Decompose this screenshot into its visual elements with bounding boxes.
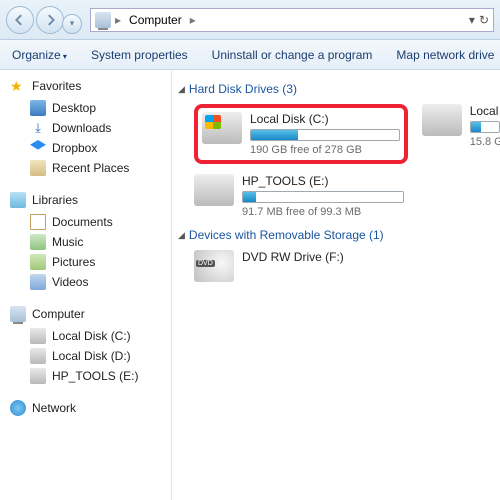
sidebar-item-videos[interactable]: Videos <box>10 272 171 292</box>
usage-bar <box>470 121 500 133</box>
drive-name: Local Disk (D:) <box>470 104 500 118</box>
documents-icon <box>30 214 46 230</box>
favorites-label: Favorites <box>32 79 81 93</box>
drive-name: HP_TOOLS (E:) <box>242 174 404 188</box>
usage-bar <box>242 191 404 203</box>
sidebar-item-recent-places[interactable]: Recent Places <box>10 158 171 178</box>
star-icon: ★ <box>10 78 26 94</box>
navigation-pane: ★ Favorites Desktop ⤓Downloads Dropbox R… <box>0 70 172 500</box>
drive-free-text: 15.8 GB free <box>470 136 500 148</box>
desktop-icon <box>30 100 46 116</box>
network-label: Network <box>32 401 76 415</box>
sidebar-libraries-header[interactable]: Libraries <box>10 192 171 208</box>
usage-fill <box>471 122 481 132</box>
libraries-label: Libraries <box>32 193 78 207</box>
breadcrumb-separator-icon[interactable]: ▸ <box>190 13 196 27</box>
sidebar-item-desktop[interactable]: Desktop <box>10 98 171 118</box>
drive-dvd-rw-f[interactable]: DVD RW Drive (F:) <box>194 250 404 282</box>
computer-icon <box>95 12 111 28</box>
drive-hp-tools-e[interactable]: HP_TOOLS (E:) 91.7 MB free of 99.3 MB <box>194 174 404 218</box>
drive-free-text: 91.7 MB free of 99.3 MB <box>242 206 404 218</box>
sidebar-item-downloads[interactable]: ⤓Downloads <box>10 118 171 138</box>
videos-icon <box>30 274 46 290</box>
back-button[interactable] <box>6 6 34 34</box>
usage-fill <box>243 192 256 202</box>
refresh-icon[interactable]: ↻ <box>479 13 489 27</box>
dvd-drive-icon <box>194 250 234 282</box>
map-network-drive-button[interactable]: Map network drive <box>396 48 494 62</box>
drive-icon <box>30 368 46 384</box>
breadcrumb-computer[interactable]: Computer <box>125 11 186 29</box>
content-pane: ◢ Hard Disk Drives (3) Local Disk (C:) 1… <box>172 70 500 500</box>
drive-icon <box>30 348 46 364</box>
usage-bar <box>250 129 400 141</box>
dropbox-icon <box>30 140 46 156</box>
drive-free-text: 190 GB free of 278 GB <box>250 144 400 156</box>
downloads-icon: ⤓ <box>30 120 46 136</box>
address-bar[interactable]: ▸ Computer ▸ ▾ ↻ <box>90 8 494 32</box>
drive-icon <box>422 104 462 136</box>
network-icon <box>10 400 26 416</box>
organize-menu[interactable]: Organize <box>12 48 67 62</box>
libraries-icon <box>10 192 26 208</box>
drive-icon <box>202 112 242 144</box>
collapse-icon: ◢ <box>178 230 185 241</box>
sidebar-item-music[interactable]: Music <box>10 232 171 252</box>
history-dropdown[interactable]: ▾ <box>62 14 82 34</box>
sidebar-item-pictures[interactable]: Pictures <box>10 252 171 272</box>
section-hard-disk-drives[interactable]: ◢ Hard Disk Drives (3) <box>178 82 500 96</box>
sidebar-item-dropbox[interactable]: Dropbox <box>10 138 171 158</box>
drive-local-disk-c[interactable]: Local Disk (C:) 190 GB free of 278 GB <box>194 104 408 164</box>
recent-places-icon <box>30 160 46 176</box>
collapse-icon: ◢ <box>178 84 185 95</box>
music-icon <box>30 234 46 250</box>
system-properties-button[interactable]: System properties <box>91 48 188 62</box>
uninstall-program-button[interactable]: Uninstall or change a program <box>212 48 373 62</box>
refresh-dropdown-icon[interactable]: ▾ <box>469 13 475 27</box>
sidebar-item-local-disk-d[interactable]: Local Disk (D:) <box>10 346 171 366</box>
drive-name: Local Disk (C:) <box>250 112 400 126</box>
drive-name: DVD RW Drive (F:) <box>242 250 404 264</box>
pictures-icon <box>30 254 46 270</box>
drive-icon <box>194 174 234 206</box>
sidebar-item-hp-tools[interactable]: HP_TOOLS (E:) <box>10 366 171 386</box>
usage-fill <box>251 130 298 140</box>
section-removable-storage[interactable]: ◢ Devices with Removable Storage (1) <box>178 228 500 242</box>
computer-icon <box>10 306 26 322</box>
drive-local-disk-d[interactable]: Local Disk (D:) 15.8 GB free <box>422 104 500 164</box>
forward-button[interactable] <box>36 6 64 34</box>
address-bar-region: ▾ ▸ Computer ▸ ▾ ↻ <box>0 0 500 40</box>
sidebar-network-header[interactable]: Network <box>10 400 171 416</box>
sidebar-computer-header[interactable]: Computer <box>10 306 171 322</box>
sidebar-favorites-header[interactable]: ★ Favorites <box>10 78 171 94</box>
drive-icon <box>30 328 46 344</box>
sidebar-item-local-disk-c[interactable]: Local Disk (C:) <box>10 326 171 346</box>
breadcrumb-separator-icon: ▸ <box>115 13 121 27</box>
command-toolbar: Organize System properties Uninstall or … <box>0 40 500 70</box>
computer-label: Computer <box>32 307 85 321</box>
sidebar-item-documents[interactable]: Documents <box>10 212 171 232</box>
